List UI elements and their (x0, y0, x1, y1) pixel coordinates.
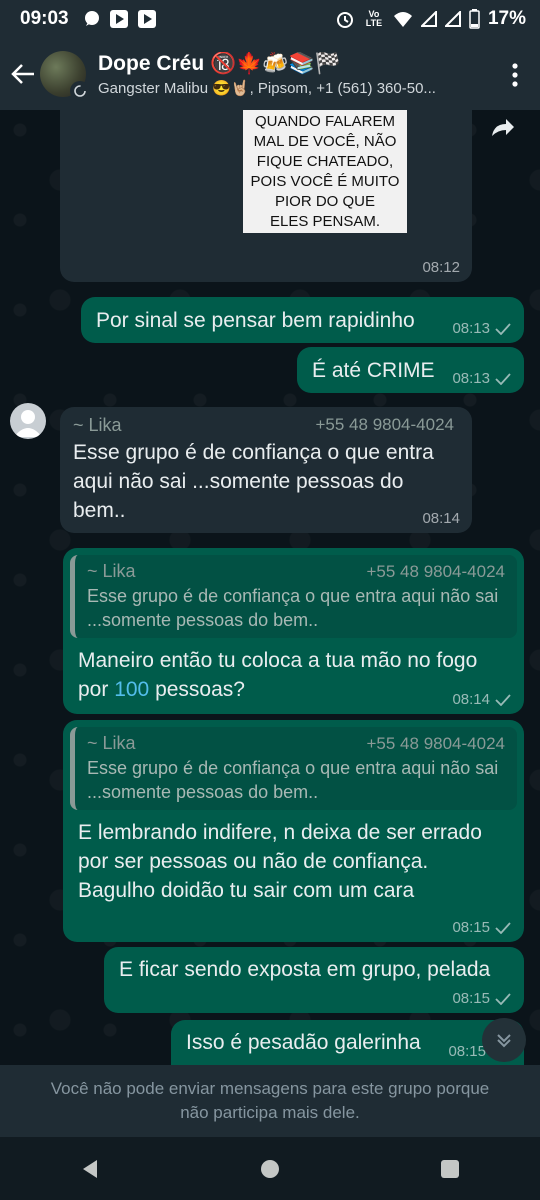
outgoing-message[interactable]: E ficar sendo exposta em grupo, pelada 0… (104, 947, 524, 1013)
message-time: 08:15 (452, 919, 490, 936)
community-badge (70, 81, 90, 101)
wifi-icon (393, 12, 412, 27)
delivered-check-icon (495, 992, 511, 1005)
chat-title-area[interactable]: Dope Créu 🔞🍁🍻📚🏁 Gangster Malibu 😎🤘🏼, Pip… (98, 52, 498, 97)
outgoing-reply-message[interactable]: ~ Lika +55 48 9804-4024 Esse grupo é de … (63, 548, 524, 714)
message-time: 08:14 (422, 510, 460, 527)
message-text: E lembrando indifere, n deixa de ser err… (78, 821, 482, 902)
outgoing-message[interactable]: Isso é pesadão galerinha 08:15 (171, 1020, 524, 1065)
quoted-phone: +55 48 9804-4024 (366, 562, 506, 581)
image-line: QUANDO FALAREM (254, 113, 396, 130)
image-line: MAL DE VOCÊ, NÃO (253, 133, 397, 150)
outgoing-message[interactable]: Por sinal se pensar bem rapidinho 08:13 (81, 297, 524, 343)
delivered-check-icon (495, 693, 511, 706)
delivered-check-icon (495, 322, 511, 335)
image-line: ELES PENSAM. (269, 213, 381, 230)
group-avatar[interactable] (40, 51, 90, 101)
forward-icon[interactable] (484, 110, 520, 146)
sender-phone: +55 48 9804-4024 (315, 415, 455, 434)
message-meta: 08:12 (422, 259, 460, 276)
notice-text: Você não pode enviar mensagens para este… (50, 1079, 490, 1122)
message-time: 08:13 (452, 320, 490, 337)
message-text: E ficar sendo exposta em grupo, pelada (119, 958, 491, 981)
message-meta: 08:14 (452, 691, 512, 708)
back-arrow-icon[interactable] (10, 61, 36, 87)
more-options-icon[interactable] (504, 62, 526, 88)
chat-title: Dope Créu 🔞🍁🍻📚🏁 (98, 51, 341, 75)
alarm-icon (336, 12, 353, 28)
signal-icon (420, 11, 437, 27)
cannot-send-notice: Você não pode enviar mensagens para este… (0, 1065, 540, 1137)
message-time: 08:12 (422, 259, 460, 276)
signal-icon-2 (444, 11, 461, 27)
scroll-to-bottom-button[interactable] (482, 1018, 526, 1062)
system-navigation-bar (0, 1137, 540, 1200)
message-meta: 08:13 (452, 320, 512, 337)
image-line: PIOR DO QUE (274, 193, 375, 210)
quoted-text: Esse grupo é de confiança o que entra aq… (87, 758, 499, 802)
message-text: Maneiro então tu coloca a tua mão no fog… (70, 638, 517, 704)
refresh-icon (74, 85, 86, 97)
message-text-part: pessoas? (149, 678, 245, 701)
double-chevron-down-icon (497, 1034, 511, 1048)
battery-icon (469, 9, 480, 29)
volte-label: Vo LTE (365, 9, 383, 28)
image-line: POIS VOCÊ É MUITO (250, 173, 400, 190)
message-meta: 08:13 (452, 370, 512, 387)
message-meta: 08:15 (448, 1043, 486, 1060)
quoted-text: Esse grupo é de confiança o que entra aq… (87, 586, 499, 630)
chat-participants: Gangster Malibu 😎🤘🏼, Pipsom, +1 (561) 36… (98, 79, 436, 97)
quoted-message[interactable]: ~ Lika +55 48 9804-4024 Esse grupo é de … (70, 555, 517, 638)
message-meta: 08:15 (452, 919, 512, 936)
clock: 09:03 (20, 8, 69, 29)
message-list[interactable]: QUANDO FALAREM MAL DE VOCÊ, NÃO FIQUE CH… (0, 110, 540, 1065)
outgoing-message[interactable]: É até CRIME 08:13 (297, 347, 524, 393)
recents-nav-icon[interactable] (439, 1158, 461, 1180)
battery-level: 17% (487, 8, 526, 29)
home-nav-icon[interactable] (259, 1158, 281, 1180)
chat-header: Dope Créu 🔞🍁🍻📚🏁 Gangster Malibu 😎🤘🏼, Pip… (0, 38, 540, 110)
back-nav-icon[interactable] (79, 1158, 101, 1180)
delivered-check-icon (495, 921, 511, 934)
image-meme[interactable]: QUANDO FALAREM MAL DE VOCÊ, NÃO FIQUE CH… (243, 110, 407, 233)
message-time: 08:15 (452, 990, 490, 1007)
message-time: 08:13 (452, 370, 490, 387)
delivered-check-icon (495, 372, 511, 385)
default-avatar-icon (14, 410, 42, 437)
message-time: 08:15 (448, 1043, 486, 1060)
chat-notification-icon (84, 11, 99, 26)
status-bar: 09:03 Vo LTE 17% (0, 0, 540, 38)
message-meta: 08:15 (452, 990, 512, 1007)
sender-avatar[interactable] (10, 403, 46, 439)
image-message[interactable]: QUANDO FALAREM MAL DE VOCÊ, NÃO FIQUE CH… (60, 110, 514, 282)
message-meta: 08:14 (422, 510, 460, 527)
image-line: FIQUE CHATEADO, (256, 153, 394, 170)
youtube-notification-icon-2 (137, 10, 156, 28)
phone-number-link[interactable]: 100 (114, 678, 149, 701)
incoming-message[interactable]: ~ Lika +55 48 9804-4024 Esse grupo é de … (60, 407, 472, 533)
message-time: 08:14 (452, 691, 490, 708)
message-text: Esse grupo é de confiança o que entra aq… (73, 441, 434, 522)
youtube-notification-icon (109, 10, 128, 28)
quoted-message[interactable]: ~ Lika +55 48 9804-4024 Esse grupo é de … (70, 727, 517, 810)
quoted-phone: +55 48 9804-4024 (366, 734, 506, 753)
outgoing-reply-message[interactable]: ~ Lika +55 48 9804-4024 Esse grupo é de … (63, 720, 524, 942)
